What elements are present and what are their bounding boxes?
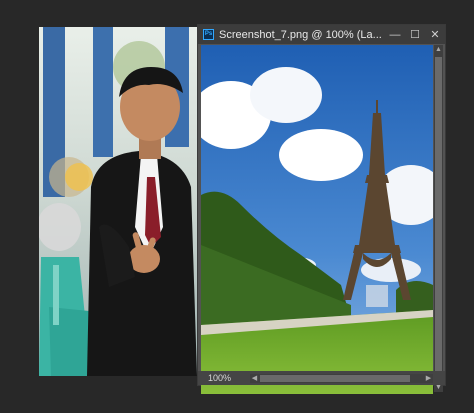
document-title: Screenshot_7.png @ 100% (La... — [219, 28, 382, 41]
portrait-photo — [39, 27, 197, 376]
eiffel-tower-photo — [201, 45, 433, 394]
document-window[interactable]: Ps Screenshot_7.png @ 100% (La... — ☐ ✕ — [197, 24, 446, 394]
zoom-level[interactable]: 100% — [198, 373, 250, 383]
horizontal-scroll-thumb[interactable] — [260, 374, 410, 382]
scroll-left-icon[interactable]: ◀ — [250, 374, 259, 383]
scroll-right-icon[interactable]: ▶ — [424, 374, 433, 383]
vertical-scrollbar[interactable]: ▲ ▼ — [434, 45, 443, 392]
minimize-icon[interactable]: — — [385, 25, 405, 44]
maximize-icon[interactable]: ☐ — [405, 25, 425, 44]
background-document-image — [39, 27, 197, 376]
document-canvas[interactable] — [201, 45, 433, 394]
photoshop-icon: Ps — [203, 29, 214, 40]
horizontal-scrollbar[interactable]: ◀ ▶ — [250, 373, 433, 383]
status-bar: 100% ◀ ▶ — [198, 371, 445, 385]
document-titlebar[interactable]: Ps Screenshot_7.png @ 100% (La... — ☐ ✕ — [198, 25, 445, 44]
scroll-up-icon[interactable]: ▲ — [434, 45, 443, 54]
vertical-scroll-thumb[interactable] — [435, 57, 442, 379]
close-icon[interactable]: ✕ — [425, 25, 445, 44]
